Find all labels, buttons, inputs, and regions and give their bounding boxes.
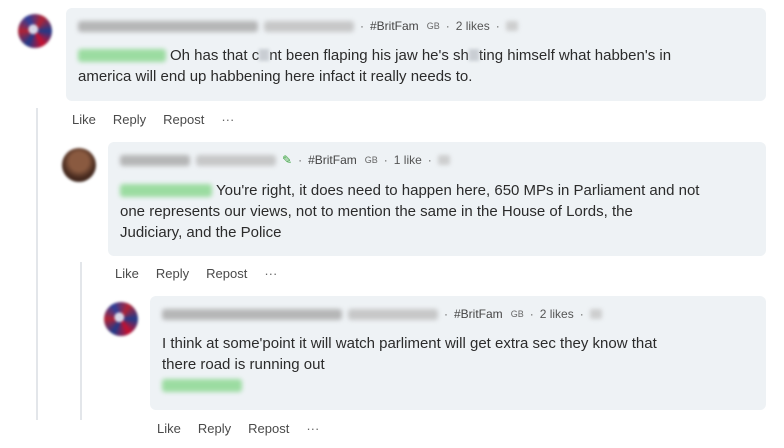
comment-actions: Like Reply Repost ···: [115, 266, 277, 281]
like-count[interactable]: 2 likes: [540, 307, 574, 321]
community-tag[interactable]: #BritFam: [454, 307, 503, 321]
like-count[interactable]: 2 likes: [456, 19, 490, 33]
like-button[interactable]: Like: [72, 112, 96, 127]
community-tag[interactable]: #BritFam: [370, 19, 419, 33]
comment-body: Oh has that c nt been flaping his jaw he'…: [78, 47, 672, 85]
author-name[interactable]: [162, 308, 342, 320]
comment-meta: · #BritFam GB · 2 likes ·: [162, 307, 602, 321]
timestamp: [437, 155, 450, 165]
avatar[interactable]: [18, 14, 52, 48]
comment-body: You're right, it does need to happen her…: [120, 182, 700, 241]
community-tag[interactable]: #BritFam: [308, 153, 357, 167]
avatar[interactable]: [62, 148, 96, 182]
more-horizontal-icon[interactable]: ···: [306, 421, 319, 436]
country-flair: GB: [510, 309, 524, 319]
repost-button[interactable]: Repost: [248, 421, 289, 436]
reply-button[interactable]: Reply: [156, 266, 189, 281]
like-count[interactable]: 1 like: [394, 153, 422, 167]
mention[interactable]: [120, 184, 212, 197]
repost-button[interactable]: Repost: [206, 266, 247, 281]
timestamp: [589, 309, 602, 319]
country-flair: GB: [426, 21, 440, 31]
reply-button[interactable]: Reply: [113, 112, 146, 127]
thread-line-main: [36, 108, 38, 420]
mention[interactable]: [78, 49, 166, 62]
pencil-icon: ✎: [282, 153, 293, 167]
comment-body: I think at some'point it will watch parl…: [162, 333, 762, 396]
more-horizontal-icon[interactable]: ···: [264, 266, 277, 281]
timestamp: [505, 21, 518, 31]
country-flair: GB: [364, 155, 378, 165]
comment-actions: Like Reply Repost ···: [157, 421, 319, 436]
comment-actions: Like Reply Repost ···: [72, 112, 234, 127]
mention[interactable]: [162, 379, 242, 392]
like-button[interactable]: Like: [157, 421, 181, 436]
author-name[interactable]: [78, 20, 258, 32]
thread-line-nested: [80, 262, 82, 420]
author-name[interactable]: [120, 154, 190, 166]
like-button[interactable]: Like: [115, 266, 139, 281]
author-handle[interactable]: [196, 154, 276, 166]
comment-meta: · #BritFam GB · 2 likes ·: [78, 19, 518, 33]
comment-meta: ✎ · #BritFam GB · 1 like ·: [120, 153, 450, 167]
avatar[interactable]: [104, 302, 138, 336]
author-handle[interactable]: [264, 20, 354, 32]
more-horizontal-icon[interactable]: ···: [221, 112, 234, 127]
repost-button[interactable]: Repost: [163, 112, 204, 127]
reply-button[interactable]: Reply: [198, 421, 231, 436]
author-handle[interactable]: [348, 308, 438, 320]
